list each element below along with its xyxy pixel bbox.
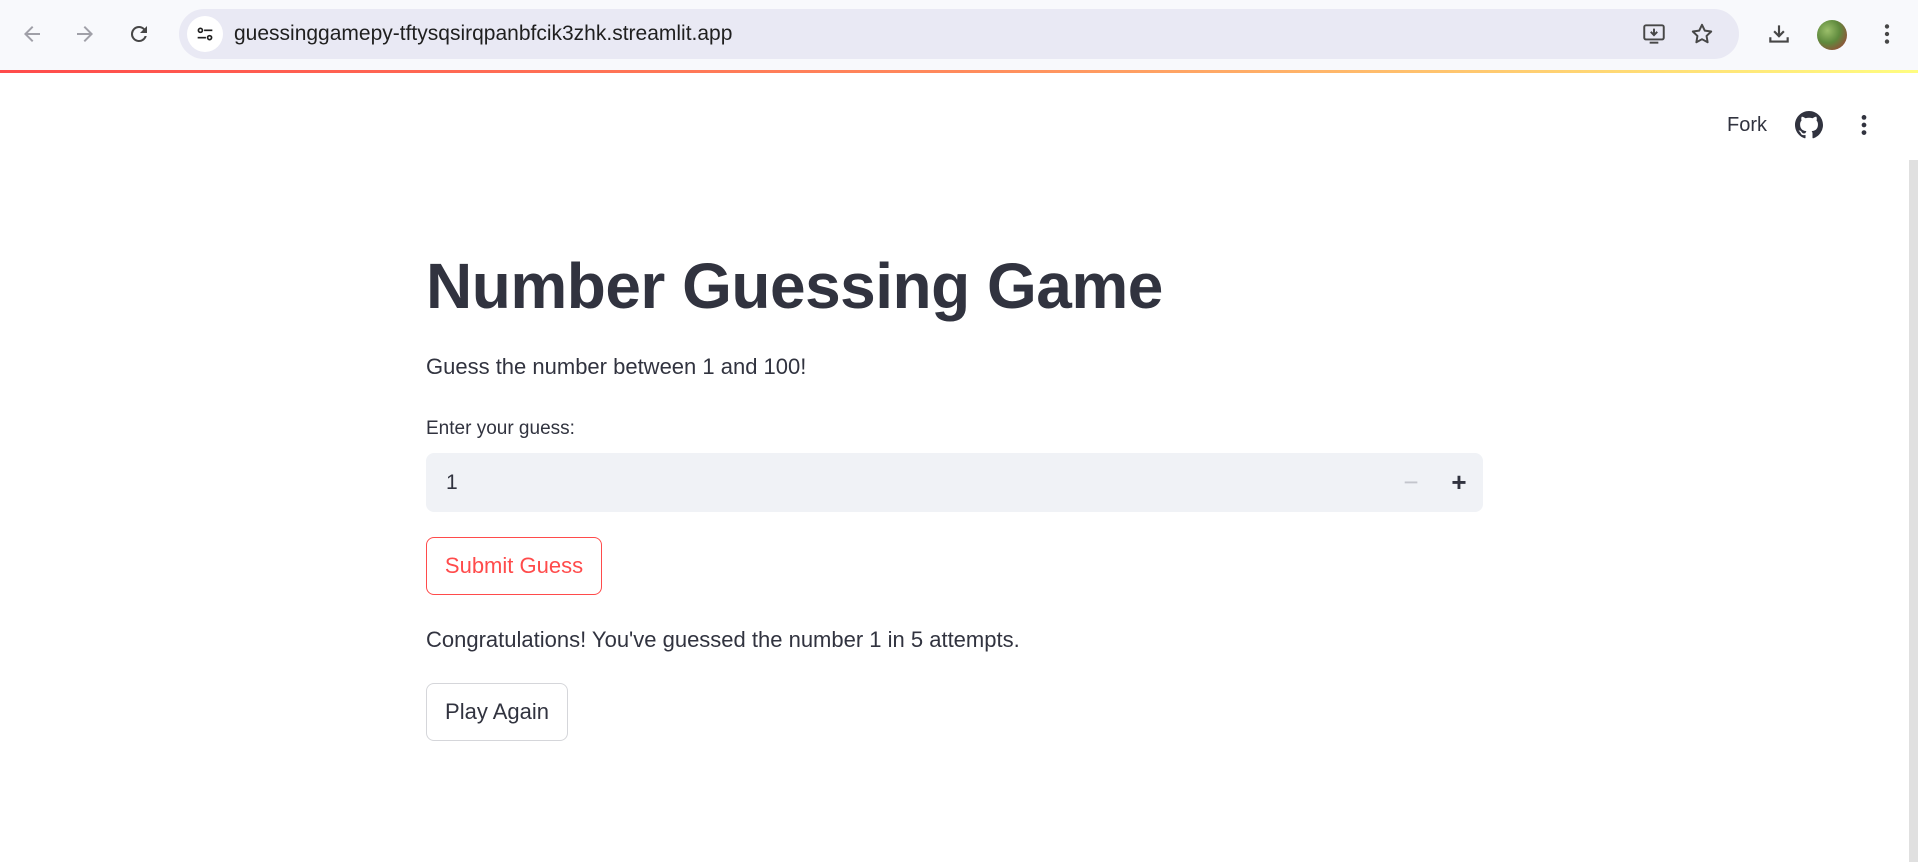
forward-button[interactable] [65, 14, 105, 54]
profile-avatar[interactable] [1817, 20, 1847, 50]
arrow-left-icon [24, 26, 40, 42]
browser-menu-button[interactable] [1867, 14, 1907, 54]
site-info-button[interactable] [187, 16, 223, 52]
install-desktop-icon [1643, 24, 1665, 44]
decrement-button[interactable]: − [1387, 453, 1435, 512]
fork-button[interactable]: Fork [1727, 109, 1767, 141]
page-title: Number Guessing Game [426, 250, 1163, 322]
bookmark-button[interactable] [1684, 16, 1720, 52]
star-icon [1691, 23, 1713, 44]
browser-toolbar: guessinggamepy-tftysqsirqpanbfcik3zhk.st… [0, 0, 1918, 70]
page-scrollbar[interactable] [1909, 160, 1918, 862]
app-decoration-bar [0, 70, 1918, 73]
address-bar[interactable]: guessinggamepy-tftysqsirqpanbfcik3zhk.st… [179, 9, 1739, 59]
guess-input-field[interactable] [426, 453, 1376, 512]
more-vert-icon [1884, 24, 1890, 44]
downloads-button[interactable] [1759, 14, 1799, 54]
reload-button[interactable] [119, 14, 159, 54]
app-main-menu-button[interactable] [1849, 110, 1879, 140]
guess-input-label: Enter your guess: [426, 418, 575, 439]
download-icon [1769, 25, 1789, 43]
guess-number-input: − + [426, 453, 1483, 512]
url-text[interactable]: guessinggamepy-tftysqsirqpanbfcik3zhk.st… [234, 9, 732, 59]
reload-icon [130, 25, 147, 42]
play-again-button[interactable]: Play Again [426, 683, 568, 741]
github-icon[interactable] [1795, 111, 1823, 139]
more-vert-icon [1861, 115, 1867, 135]
arrow-right-icon [77, 26, 93, 42]
increment-button[interactable]: + [1435, 453, 1483, 512]
result-message: Congratulations! You've guessed the numb… [426, 627, 1020, 652]
back-button[interactable] [12, 14, 52, 54]
tune-icon [197, 27, 213, 41]
instructions-text: Guess the number between 1 and 100! [426, 354, 807, 379]
install-app-button[interactable] [1636, 16, 1672, 52]
submit-guess-button[interactable]: Submit Guess [426, 537, 602, 595]
